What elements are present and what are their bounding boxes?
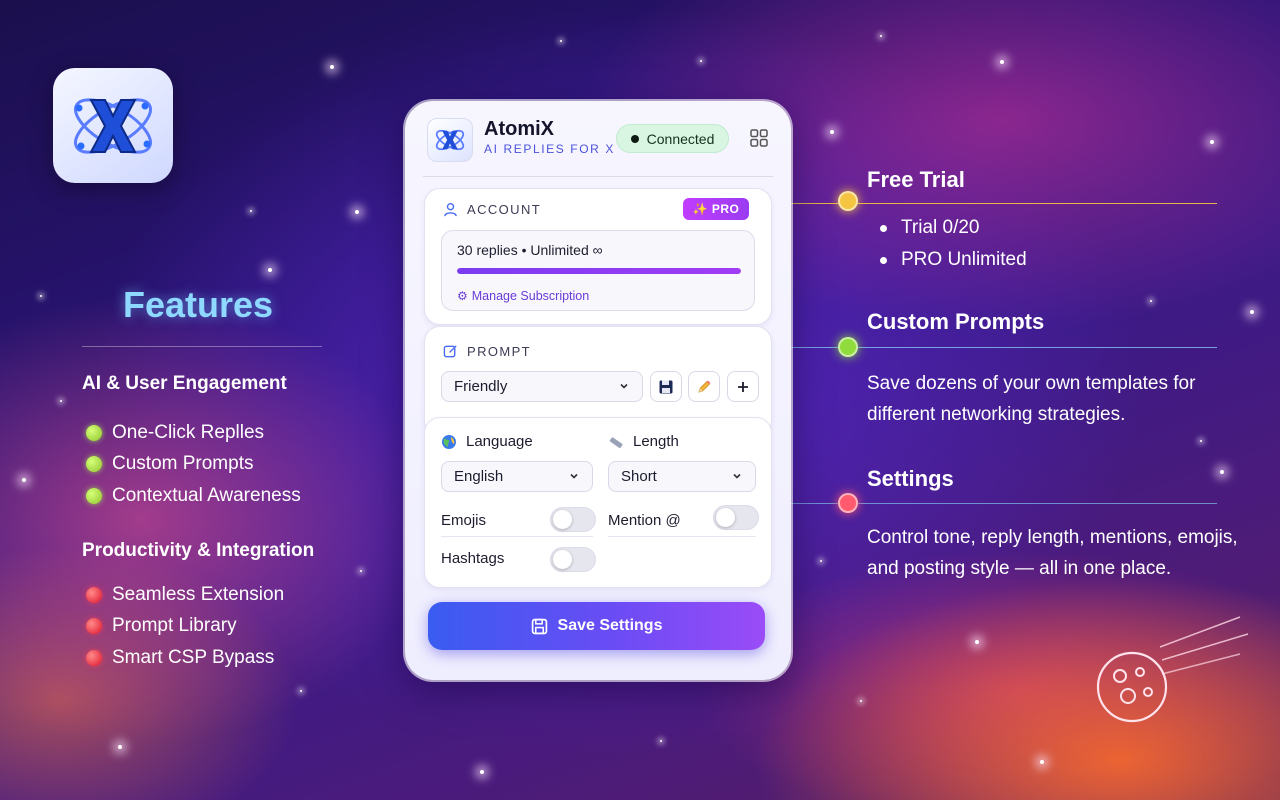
chevron-down-icon [733,473,741,479]
settings-node [838,493,858,513]
panel-logo [427,118,473,162]
add-prompt-button[interactable] [727,371,759,402]
list-item: Contextual Awareness [86,480,301,512]
red-bullet-icon [86,618,102,635]
pro-badge: ✨ PRO [683,198,749,220]
chevron-down-icon [570,473,578,479]
red-bullet-icon [86,586,102,603]
usage-text: 30 replies • Unlimited ∞ [457,242,603,258]
green-bullet-icon [86,487,102,504]
section-heading-productivity: Productivity & Integration [82,540,315,561]
free-trial-bullets: Trial 0/20 PRO Unlimited [880,212,1027,276]
section-heading-engagement: AI & User Engagement [82,373,287,394]
atom-x-icon [74,97,152,154]
account-card: ACCOUNT ✨ PRO 30 replies • Unlimited ∞ ⚙… [424,188,772,325]
connection-status-badge: Connected [616,124,729,153]
length-select[interactable]: Short [608,461,756,492]
custom-prompts-description: Save dozens of your own templates for di… [867,373,1196,425]
green-bullet-icon [86,424,102,441]
edit-prompt-button[interactable] [688,371,720,402]
toggle-knob [553,510,572,529]
free-trial-node [838,191,858,211]
hashtags-toggle[interactable] [550,547,596,572]
features-title: Features [122,284,274,325]
plus-icon [738,381,748,392]
prompt-select[interactable]: Friendly [441,371,643,402]
language-select[interactable]: English [441,461,593,492]
settings-title: Settings [867,466,954,491]
emojis-toggle[interactable] [550,507,596,532]
list-item: Trial 0/20 [880,212,1027,244]
header-divider [423,176,773,177]
globe-icon [442,434,456,449]
length-label: Length [608,433,679,450]
row-divider [608,536,756,537]
atom-x-icon [435,129,465,151]
toggle-knob [716,508,735,527]
hashtags-label: Hashtags [441,550,505,567]
user-icon [444,202,457,217]
pencil-icon [698,380,711,393]
settings-description: Control tone, reply length, mentions, em… [867,527,1238,579]
prompt-label: PROMPT [443,344,531,359]
emojis-label: Emojis [441,512,487,529]
red-bullet-icon [86,649,102,666]
engagement-feature-list: One-Click Replles Custom Prompts Context… [86,417,301,512]
settings-card: Language Length English Short Emojis Men… [424,417,772,588]
manage-subscription-link[interactable]: ⚙ Manage Subscription [457,289,589,303]
settings-connector [727,503,1217,504]
list-item: Seamless Extension [86,579,284,611]
list-item: Prompt Library [86,611,284,643]
custom-prompts-title: Custom Prompts [867,309,1045,334]
brand-subtitle: AI REPLIES FOR X [484,142,615,156]
account-label: ACCOUNT [443,202,541,217]
save-icon [531,618,547,634]
custom-prompts-node [838,337,858,357]
green-bullet-icon [86,456,102,473]
comet-icon [1096,616,1249,723]
chevron-down-icon [620,383,628,389]
list-item: Custom Prompts [86,449,301,481]
row-divider [441,536,593,537]
mention-toggle[interactable] [713,505,759,530]
brand-name: AtomiX [484,118,554,140]
usage-progress-bar [457,268,741,274]
floppy-disk-icon [659,380,673,393]
productivity-feature-list: Seamless Extension Prompt Library Smart … [86,579,284,674]
features-divider [82,346,322,347]
status-dot-icon [630,134,639,143]
free-trial-title: Free Trial [867,167,965,192]
list-item: PRO Unlimited [880,244,1027,276]
app-logo [53,68,173,183]
list-item: One-Click Replles [86,417,301,449]
toggle-knob [553,550,572,569]
gear-icon: ⚙ [457,289,468,303]
edit-icon [443,345,457,358]
usage-box: 30 replies • Unlimited ∞ ⚙ Manage Subscr… [441,230,755,311]
extension-popup: AtomiX AI REPLIES FOR X Connected ACCOUN… [405,101,791,680]
save-prompt-button[interactable] [650,371,682,402]
mention-label: Mention @ [608,512,681,529]
usage-progress-fill [457,268,741,274]
list-item: Smart CSP Bypass [86,642,284,674]
prompt-card: PROMPT Friendly [424,326,772,426]
save-settings-button[interactable]: Save Settings [428,602,765,650]
grid-menu-icon[interactable] [750,129,768,147]
ruler-icon [609,436,623,448]
language-label: Language [441,433,533,450]
